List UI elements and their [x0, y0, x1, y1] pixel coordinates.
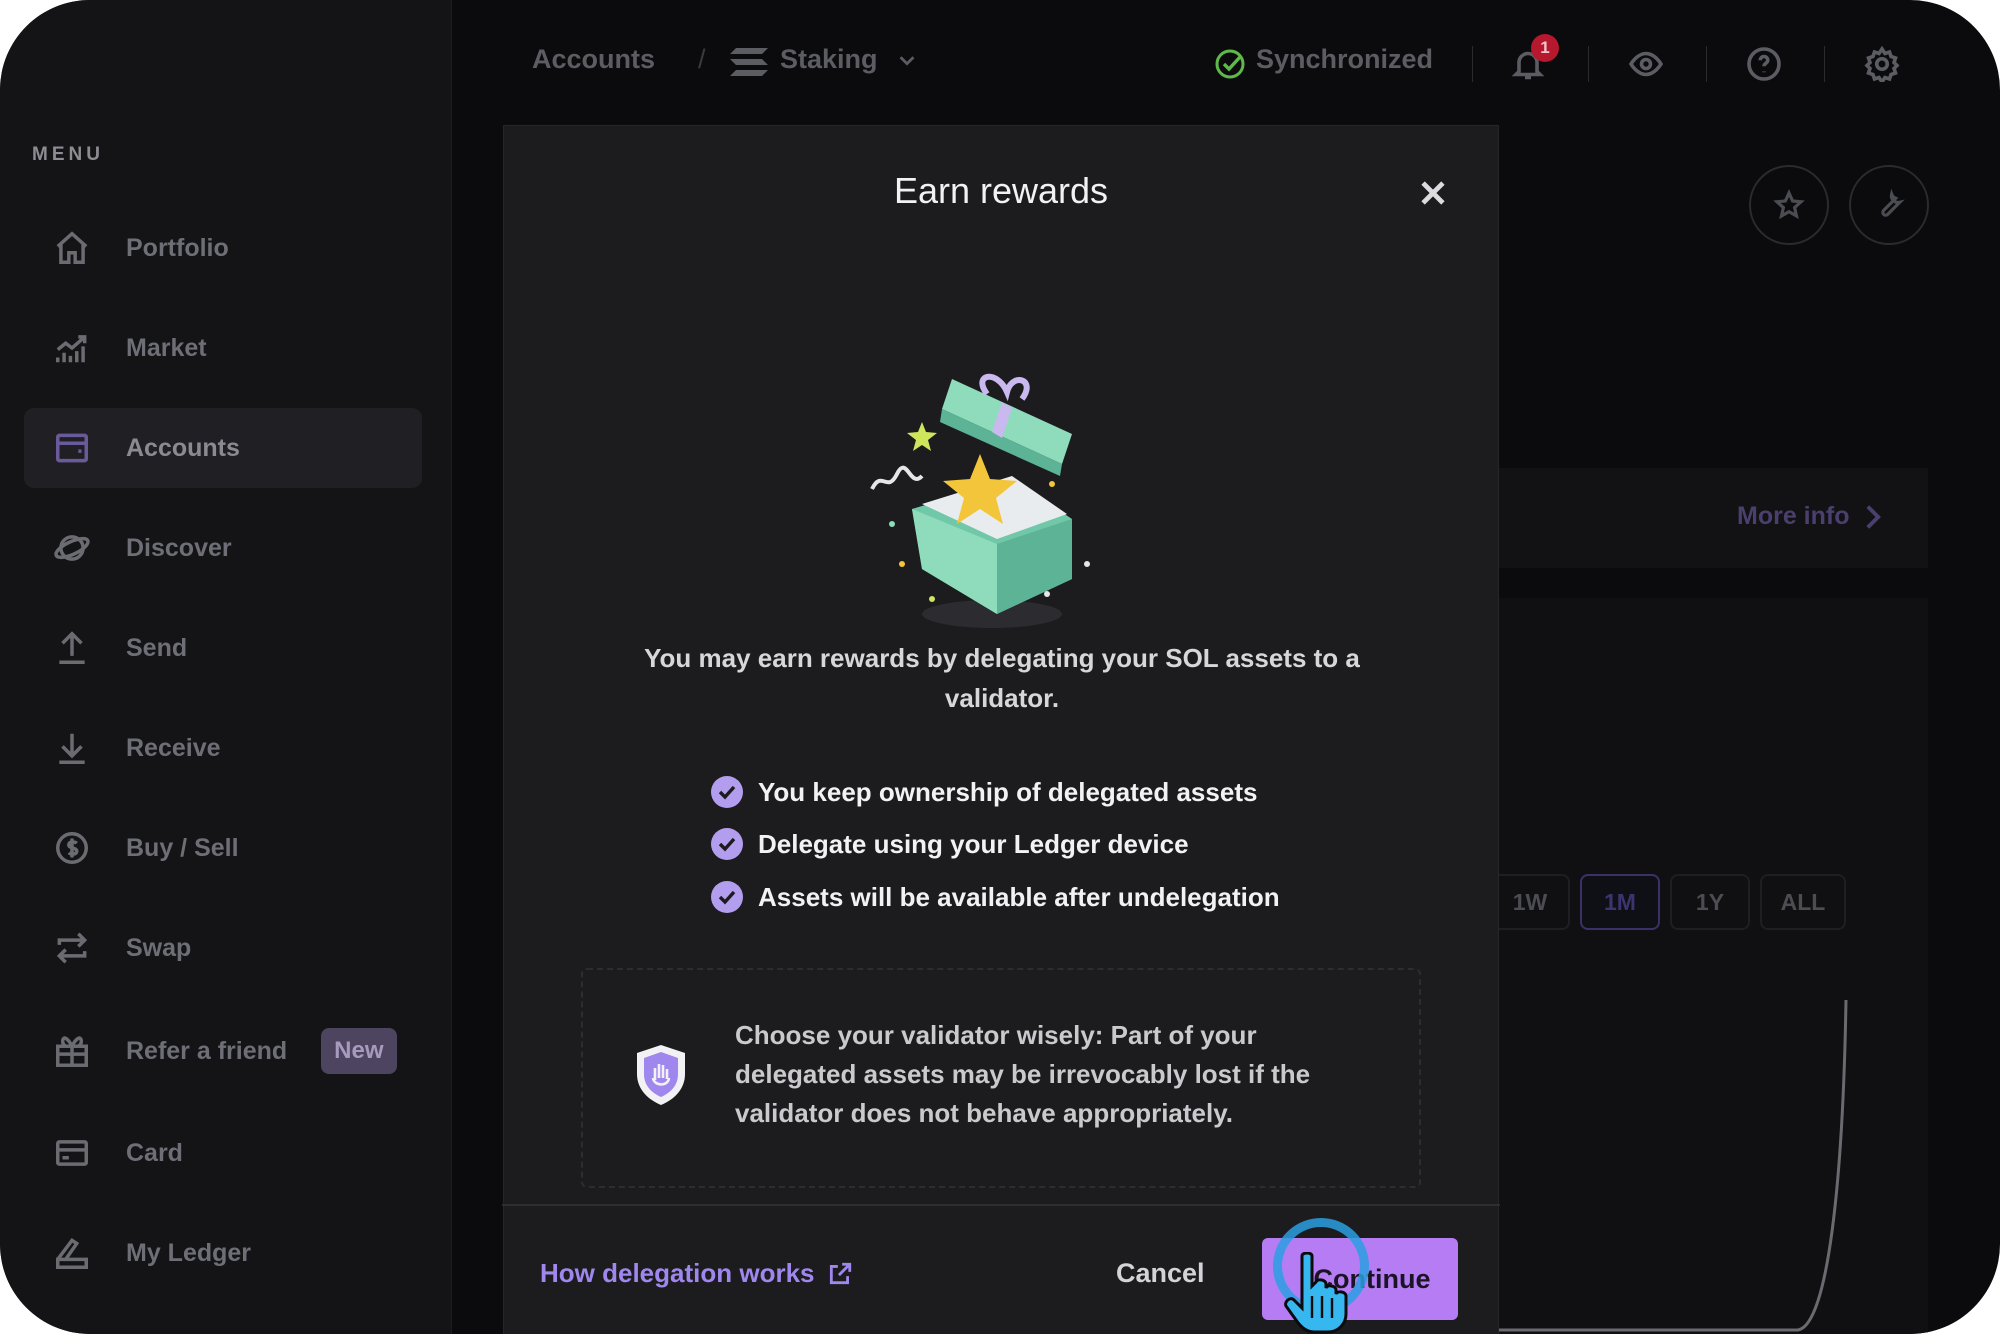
sidebar-item-label: Receive	[126, 733, 221, 762]
eye-icon[interactable]	[1628, 46, 1664, 82]
range-1y-button[interactable]: 1Y	[1670, 874, 1750, 930]
tools-button[interactable]	[1849, 165, 1929, 245]
wrench-icon	[1881, 189, 1905, 217]
sidebar-item-send[interactable]: Send	[24, 608, 422, 688]
check-circle-icon	[711, 828, 743, 860]
sidebar-item-label: Buy / Sell	[126, 833, 239, 862]
divider	[1472, 46, 1473, 82]
range-1w-button[interactable]: 1W	[1490, 874, 1570, 930]
benefit-text: You keep ownership of delegated assets	[758, 776, 1258, 807]
sidebar-item-receive[interactable]: Receive	[24, 708, 422, 788]
external-link-icon	[829, 1262, 851, 1284]
star-button[interactable]	[1749, 165, 1829, 245]
ledger-icon	[52, 1233, 92, 1273]
range-all-button[interactable]: ALL	[1760, 874, 1846, 930]
chart-line	[1498, 999, 1848, 1332]
warning-text: Choose your validator wisely: Part of yo…	[735, 1020, 1311, 1128]
sidebar-item-label: Swap	[126, 933, 192, 962]
breadcrumb-separator: /	[698, 44, 706, 74]
cancel-button[interactable]: Cancel	[1116, 1258, 1205, 1289]
sync-status: Synchronized	[1256, 44, 1434, 74]
benefit-item: Delegate using your Ledger device	[710, 826, 1189, 862]
more-info-label: More info	[1737, 502, 1850, 530]
balance-chart	[1498, 999, 1848, 1332]
shield-icon	[637, 1045, 685, 1105]
sidebar-item-label: Portfolio	[126, 233, 229, 262]
dollar-icon	[52, 828, 92, 868]
validator-warning: Choose your validator wisely: Part of yo…	[581, 968, 1421, 1188]
earn-rewards-modal: Earn rewards You may earn rewards by del…	[502, 125, 1500, 1334]
sidebar-item-my-ledger[interactable]: My Ledger	[24, 1213, 422, 1293]
breadcrumb-staking[interactable]: Staking	[780, 44, 918, 75]
chevron-down-icon	[899, 55, 914, 66]
how-delegation-works-link[interactable]: How delegation works	[540, 1258, 853, 1289]
benefit-text: Assets will be available after undelegat…	[758, 881, 1280, 912]
card-icon	[52, 1133, 92, 1173]
wallet-icon	[52, 428, 92, 468]
sidebar-item-label: Discover	[126, 533, 232, 562]
home-icon	[52, 228, 92, 268]
new-badge: New	[321, 1028, 397, 1074]
benefit-text: Delegate using your Ledger device	[758, 828, 1189, 859]
sidebar-item-swap[interactable]: Swap	[24, 908, 422, 988]
benefit-item: You keep ownership of delegated assets	[710, 774, 1257, 810]
sidebar-item-card[interactable]: Card	[24, 1113, 422, 1193]
footer-divider	[502, 1204, 1500, 1206]
sidebar-item-label: My Ledger	[126, 1238, 252, 1267]
app-window: MENU Portfolio Market Accounts Discover …	[0, 0, 2000, 1334]
how-delegation-works-label: How delegation works	[540, 1258, 815, 1288]
sidebar-item-portfolio[interactable]: Portfolio	[24, 208, 422, 288]
check-circle-icon	[711, 776, 743, 808]
help-icon[interactable]	[1746, 46, 1782, 82]
check-circle-icon	[711, 881, 743, 913]
divider	[1706, 46, 1707, 82]
market-chart-icon	[52, 328, 92, 368]
sidebar: MENU Portfolio Market Accounts Discover …	[0, 0, 452, 1334]
gear-icon[interactable]	[1864, 45, 1900, 86]
arrow-down-icon	[52, 728, 92, 768]
benefit-item: Assets will be available after undelegat…	[710, 879, 1280, 915]
sync-check-icon	[1215, 49, 1245, 79]
menu-title: MENU	[32, 144, 104, 165]
planet-icon	[52, 528, 92, 568]
solana-icon	[730, 48, 768, 76]
sidebar-item-label: Send	[126, 633, 188, 662]
sidebar-item-buy-sell[interactable]: Buy / Sell	[24, 808, 422, 888]
modal-title: Earn rewards	[893, 170, 1109, 211]
sidebar-item-market[interactable]: Market	[24, 308, 422, 388]
divider	[1588, 46, 1589, 82]
sidebar-item-label: Card	[126, 1138, 183, 1167]
sidebar-item-refer-a-friend[interactable]: Refer a friend New	[24, 1011, 422, 1091]
divider	[1824, 46, 1825, 82]
sidebar-item-accounts[interactable]: Accounts	[24, 408, 422, 488]
notification-count-badge: 1	[1531, 34, 1559, 62]
sidebar-item-discover[interactable]: Discover	[24, 508, 422, 588]
sidebar-item-label: Refer a friend	[126, 1036, 288, 1065]
more-info-link[interactable]: More info	[1737, 502, 1882, 531]
breadcrumb-staking-label: Staking	[780, 44, 878, 74]
star-icon	[1773, 189, 1805, 220]
close-icon	[1421, 181, 1445, 205]
chevron-right-icon	[1865, 504, 1881, 529]
breadcrumb-accounts[interactable]: Accounts	[532, 44, 655, 75]
close-button[interactable]	[1416, 176, 1450, 210]
sidebar-item-label: Market	[126, 333, 207, 362]
swap-icon	[52, 928, 92, 968]
sidebar-item-label: Accounts	[126, 433, 240, 462]
hand-pointer-icon	[1284, 1252, 1348, 1334]
arrow-up-icon	[52, 628, 92, 668]
intro-text: You may earn rewards by delegating your …	[644, 643, 1360, 713]
gift-icon	[52, 1031, 92, 1071]
range-1m-button[interactable]: 1M	[1580, 874, 1660, 930]
